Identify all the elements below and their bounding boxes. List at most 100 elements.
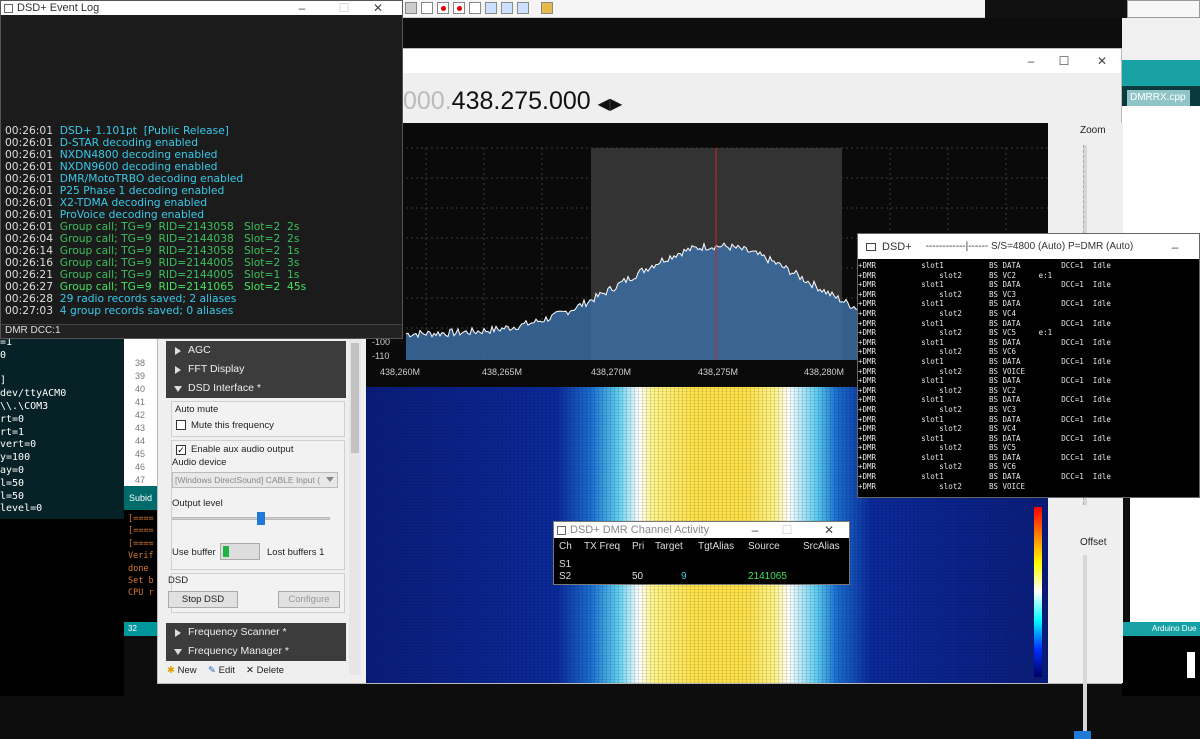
dsd-console-line: +DMR slot2 BS VC4 <box>858 424 1017 434</box>
event-log-title: DSD+ Event Log <box>17 2 100 14</box>
dsd-group: DSD Stop DSD Configure <box>168 573 345 613</box>
section-frequency-scanner[interactable]: Frequency Scanner * <box>166 623 346 642</box>
dsd-console-line: +DMR slot2 BS VC3 <box>858 289 1017 299</box>
dsd-console-line: +DMR slot1 BS DATA DCC=1 Idle <box>858 356 1111 366</box>
minimize-icon[interactable]: – <box>1165 234 1185 259</box>
top-right-box <box>1127 0 1200 18</box>
minimize-icon[interactable]: – <box>1016 49 1046 73</box>
section-agc[interactable]: AGC <box>166 341 346 360</box>
fastforward-icon[interactable] <box>485 2 497 14</box>
record2-icon[interactable] <box>453 2 465 14</box>
dmr-activity-window: DSD+ DMR Channel Activity – ☐ ✕ Ch TX Fr… <box>553 521 850 585</box>
edit-label: Edit <box>218 665 235 676</box>
dsd-console-subtitle: ------------|------ S/S=4800 (Auto) P=DM… <box>925 241 1134 252</box>
delete-button[interactable]: ✕ Delete <box>246 665 284 676</box>
toolbar-icons[interactable] <box>405 2 565 16</box>
close-icon[interactable]: ✕ <box>364 1 392 15</box>
folder-icon[interactable] <box>541 2 553 14</box>
eye-icon[interactable] <box>421 2 433 14</box>
mute-frequency-checkbox[interactable] <box>176 420 186 430</box>
new-button[interactable]: ✱ New <box>167 665 197 676</box>
col-source: Source <box>748 541 780 552</box>
dsd-console-window: DSD+ ------------|------ S/S=4800 (Auto)… <box>857 233 1200 498</box>
x-label: 438,270M <box>591 367 631 377</box>
editor-line-number: 45 <box>135 449 146 459</box>
serial-line: Set b <box>128 576 154 587</box>
close-icon[interactable]: ✕ <box>1087 49 1117 73</box>
terminal-lower <box>0 519 124 696</box>
terminal-line: ] <box>0 375 7 387</box>
offset-slider[interactable] <box>1083 555 1087 735</box>
select-chevron-icon[interactable] <box>326 477 334 482</box>
editor-line-number: 44 <box>135 436 146 446</box>
terminal-panel: =1 0] dev/ttyACM0 \\.\COM3 rt=0 rt=1 vert=0 y=1… <box>0 339 124 519</box>
use-buffer-toggle[interactable] <box>220 543 260 560</box>
top-right-panel <box>1122 18 1200 60</box>
maximize-icon[interactable]: ☐ <box>330 1 358 15</box>
offset-slider-thumb[interactable] <box>1074 731 1091 739</box>
control-panel-scrollbar[interactable] <box>349 339 361 675</box>
editor-tab[interactable]: Subid <box>124 486 160 510</box>
edit-button[interactable]: ✎ Edit <box>208 665 235 676</box>
gear-icon[interactable] <box>405 2 417 14</box>
dsd-console-line: +DMR slot2 BS VC5 e:1 <box>858 328 1053 338</box>
editor-line-number: 42 <box>135 410 146 420</box>
terminal-line: 0 <box>0 349 7 361</box>
frequency-display[interactable]: 000.438.275.000 ◀▶ <box>403 87 622 116</box>
terminal-line: rt=1 <box>0 426 25 438</box>
dsd-console-line: +DMR slot1 BS DATA DCC=1 Idle <box>858 433 1111 443</box>
y-label-110: -110 <box>372 351 389 361</box>
minimize-icon[interactable]: – <box>745 522 765 538</box>
zoom-label: Zoom <box>1080 125 1106 136</box>
event-log-window: DSD+ Event Log – ☐ ✕ 00:26:01 DSD+ 1.101… <box>0 0 403 339</box>
x-label: 438,275M <box>698 367 738 377</box>
skip-icon[interactable] <box>501 2 513 14</box>
dsd-console-line: +DMR slot2 BS VC4 <box>858 308 1017 318</box>
stop-icon[interactable] <box>517 2 529 14</box>
lost-buffers-label: Lost buffers 1 <box>267 547 325 558</box>
serial-status: 32 <box>124 622 160 636</box>
minimize-icon[interactable]: – <box>288 1 316 15</box>
section-dsd-interface[interactable]: DSD Interface * <box>166 379 346 398</box>
stop-dsd-button[interactable]: Stop DSD <box>168 591 238 608</box>
dsd-console-line: +DMR slot1 BS DATA DCC=1 Idle <box>858 261 1111 270</box>
use-buffer-label: Use buffer <box>172 547 216 558</box>
serial-line: CPU r <box>128 588 154 599</box>
audio-device-value: [Windows DirectSound] CABLE Input ( <box>175 475 321 485</box>
terminal-line: y=100 <box>0 452 31 464</box>
configure-button[interactable]: Configure <box>278 591 340 608</box>
close-icon[interactable]: ✕ <box>819 522 839 538</box>
maximize-icon[interactable]: ☐ <box>1049 49 1079 73</box>
output-level-slider[interactable] <box>172 517 330 520</box>
dsd-console-line: +DMR slot2 BS VC6 <box>858 462 1017 472</box>
output-level-thumb[interactable] <box>257 512 265 525</box>
dsd-console-line: +DMR slot1 BS DATA DCC=1 Idle <box>858 414 1111 424</box>
x-label: 438,280M <box>804 367 844 377</box>
editor-line-number: 38 <box>135 358 146 368</box>
terminal-line: vert=0 <box>0 439 37 451</box>
section-frequency-manager[interactable]: Frequency Manager * <box>166 642 346 661</box>
play-icon[interactable] <box>469 2 481 14</box>
dsd-console-line: +DMR slot2 BS VOICE <box>858 481 1026 491</box>
ide-tab[interactable]: DMRRX.cpp <box>1127 90 1190 106</box>
maximize-icon[interactable]: ☐ <box>777 522 797 538</box>
dsd-console-line: +DMR slot2 BS VC2 <box>858 385 1017 395</box>
dmr-activity-title: DSD+ DMR Channel Activity <box>570 524 710 536</box>
tune-arrows-icon[interactable]: ◀▶ <box>598 96 623 113</box>
dsd-console-line: +DMR slot2 BS VC3 <box>858 404 1017 414</box>
dsd-console-line: +DMR slot2 BS VC6 <box>858 347 1017 357</box>
record-icon[interactable] <box>437 2 449 14</box>
auto-mute-group: Auto mute Mute this frequency <box>171 401 345 437</box>
aux-audio-checkbox[interactable]: ✓ <box>176 445 186 455</box>
output-level-label: Output level <box>172 498 223 509</box>
dsd-console-line: +DMR slot1 BS DATA DCC=1 Idle <box>858 472 1111 482</box>
terminal-line: dev/ttyACM0 <box>0 388 67 400</box>
serial-output: [==== [==== [==== Verif done Set b CPU r <box>124 510 160 636</box>
dsd-console-title: DSD+ <box>882 240 912 253</box>
serial-line: [==== <box>128 526 154 537</box>
editor-line-number: 41 <box>135 397 146 407</box>
dsd-console-titlebar: DSD+ ------------|------ S/S=4800 (Auto)… <box>858 234 1199 259</box>
audio-device-select[interactable]: [Windows DirectSound] CABLE Input ( <box>172 472 338 488</box>
section-fft-display[interactable]: FFT Display <box>166 360 346 379</box>
